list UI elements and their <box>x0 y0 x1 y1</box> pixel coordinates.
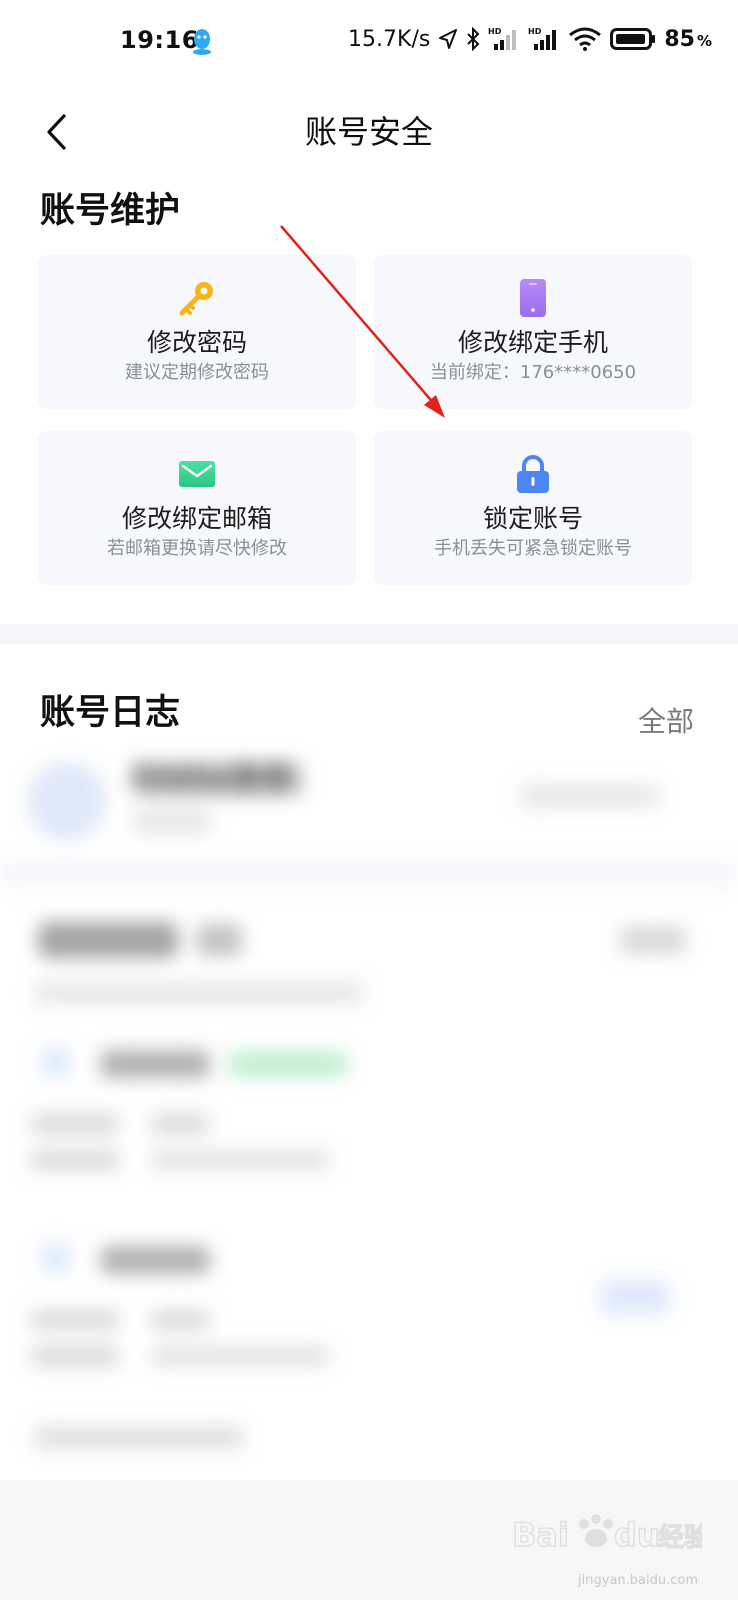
log-entry-title: Firefox登录 <box>132 762 302 796</box>
bluetooth-icon <box>467 27 480 51</box>
svg-text:Bai: Bai <box>512 1516 569 1554</box>
blur-item-title <box>100 1050 210 1078</box>
blur-icon <box>40 1242 72 1274</box>
log-section-title: 账号日志 <box>40 693 181 733</box>
blur-line <box>34 1426 244 1448</box>
view-all-logs-link[interactable]: 全部 <box>638 700 694 740</box>
qq-icon <box>193 29 211 55</box>
blur-line <box>34 982 364 1004</box>
wifi-icon <box>569 27 602 51</box>
blur-button <box>600 1280 670 1314</box>
card-subtitle: 建议定期修改密码 <box>125 362 269 383</box>
change-email-card[interactable]: 修改绑定邮箱 若邮箱更换请尽快修改 <box>38 431 356 585</box>
status-time: 19:16 <box>120 26 199 54</box>
net-speed: 15.7K/s <box>348 26 431 52</box>
blur-heading <box>38 922 178 958</box>
key-icon <box>177 277 217 319</box>
blur-item-line <box>150 1114 210 1134</box>
phone-icon <box>513 277 553 319</box>
signal-icon-2: HD <box>528 27 557 50</box>
card-subtitle: 若邮箱更换请尽快修改 <box>107 538 287 559</box>
baidu-watermark-logo: Bai du 经验 <box>512 1514 702 1555</box>
lock-icon <box>513 453 553 495</box>
card-subtitle: 手机丢失可紧急锁定账号 <box>434 538 632 559</box>
blur-item-line <box>150 1150 330 1170</box>
signal-icon-1: HD <box>488 27 517 50</box>
blur-item-line <box>30 1346 120 1366</box>
blur-divider <box>0 860 738 886</box>
change-phone-card[interactable]: 修改绑定手机 当前绑定：176****0650 <box>374 255 692 409</box>
location-icon <box>439 29 458 49</box>
page-title: 账号安全 <box>304 113 433 151</box>
card-title: 修改绑定邮箱 <box>121 504 272 533</box>
blur-item-line <box>30 1114 120 1134</box>
change-password-card[interactable]: 修改密码 建议定期修改密码 <box>38 255 356 409</box>
blurred-content: Firefox登录 <box>0 750 738 1500</box>
status-bar: 19:16 15.7K/s HD HD 85 % <box>0 0 738 84</box>
blur-item-line <box>30 1150 120 1170</box>
battery-level: 85 <box>664 26 695 52</box>
hd-badge: HD <box>488 27 502 36</box>
battery-icon <box>610 28 656 50</box>
svg-text:经验: 经验 <box>658 1522 702 1553</box>
log-entry-time <box>520 784 660 808</box>
nav-header: 账号安全 <box>0 84 738 180</box>
card-subtitle: 当前绑定：176****0650 <box>429 362 637 383</box>
hd-badge: HD <box>528 27 542 36</box>
blur-heading-tag <box>196 924 242 956</box>
log-entry-meta <box>132 810 212 832</box>
avatar <box>28 762 106 840</box>
svg-text:du: du <box>614 1516 660 1554</box>
blur-item-badge <box>228 1050 348 1078</box>
lock-account-card[interactable]: 锁定账号 手机丢失可紧急锁定账号 <box>374 431 692 585</box>
maintenance-section-title: 账号维护 <box>40 191 181 231</box>
blur-item-line <box>150 1346 330 1366</box>
section-divider <box>0 624 738 644</box>
blur-item-line <box>30 1310 120 1330</box>
mail-icon <box>177 453 217 495</box>
card-title: 锁定账号 <box>482 504 583 533</box>
blur-item-line <box>150 1310 210 1330</box>
blur-heading-action <box>620 926 686 954</box>
card-title: 修改密码 <box>146 328 247 357</box>
status-indicators: 15.7K/s HD HD 85% <box>348 26 712 52</box>
watermark-caption: jingyan.baidu.com <box>578 1573 698 1588</box>
battery-unit: % <box>696 31 712 50</box>
card-title: 修改绑定手机 <box>457 328 608 357</box>
blur-item-title <box>100 1246 210 1274</box>
blur-icon <box>40 1046 72 1078</box>
